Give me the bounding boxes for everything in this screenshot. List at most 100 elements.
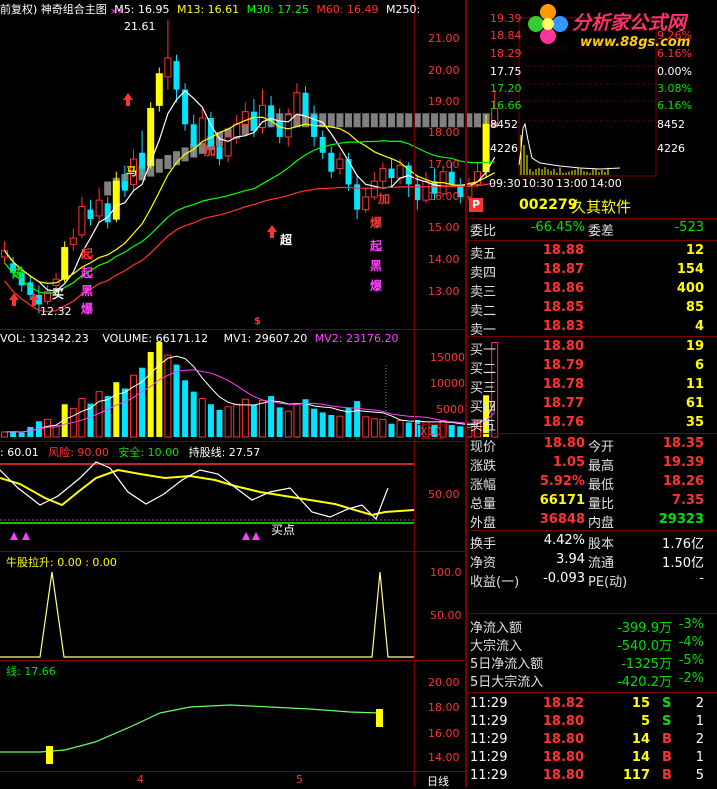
green-trend-line: [0, 705, 380, 752]
share-row: 换手 4.42% 股本 1.76亿: [468, 533, 708, 551]
mini-axis-l7: 8452: [490, 118, 518, 131]
mini-axis-l6: 16.66: [490, 99, 522, 112]
diff-label: 委差: [588, 220, 614, 239]
volume-bar: [19, 433, 25, 437]
flow-percent: -2%: [674, 671, 704, 686]
stat-value: 18.80: [530, 436, 585, 451]
indicator-name[interactable]: 前复权) 神奇组合主图: [0, 3, 107, 16]
vol-axis-15000: 15000: [430, 351, 465, 364]
tick-volume: 15: [608, 696, 650, 711]
up-arrow-icon: [123, 93, 133, 100]
ask-label: 卖三: [470, 281, 496, 300]
mini-axis-l5: 17.20: [490, 82, 522, 95]
candle-body: [182, 90, 188, 125]
volume-bar: [122, 388, 128, 437]
sep-r-7: [467, 692, 717, 693]
separator-h-risk: [0, 441, 465, 442]
mini-axis-l1: 19.39: [490, 12, 522, 25]
signal-col-left-1: 起: [81, 245, 93, 262]
buy-point-label: 买点: [271, 521, 295, 538]
volume-bar: [2, 432, 8, 437]
volume-bar: [234, 404, 240, 437]
ratio-row: 委比 -66.45% 委差 -523: [468, 220, 708, 238]
diff-value: -523: [648, 220, 704, 235]
mv2-line: [5, 370, 495, 432]
marker-block: [46, 746, 53, 764]
volume-bar: [251, 405, 257, 437]
volume-bar: [457, 426, 463, 437]
ma250-block: [345, 113, 352, 127]
ask-volume: 400: [648, 281, 704, 296]
logo-title: 分析家公式网: [572, 8, 686, 35]
bid-volume: 35: [648, 415, 704, 430]
share-label: 流通: [588, 552, 614, 571]
flow-row: 大宗流入 -540.0万 -4%: [468, 635, 708, 653]
ma250-block: [397, 113, 404, 127]
signal-col-right-4: 爆: [370, 277, 382, 294]
volume-label: VOLUME: 66171.12: [102, 332, 208, 345]
separator-h-line: [0, 660, 465, 661]
flow-label: 5日净流入额: [470, 653, 543, 672]
ask-volume: 4: [648, 319, 704, 334]
candle-body: [234, 124, 240, 137]
ask-price: 18.86: [538, 281, 584, 296]
ma13-label: M13: 16.61: [177, 3, 239, 16]
line-axis-18: 18.00: [428, 701, 460, 714]
share-value: 1.50亿: [648, 552, 704, 571]
up-arrow-icon: [267, 225, 277, 232]
candle-body: [483, 124, 489, 171]
ask-volume: 12: [648, 243, 704, 258]
candle-body: [277, 121, 283, 137]
low-price-marker: 12.32: [40, 305, 72, 318]
ma60-label: M60: 16.49: [316, 3, 378, 16]
stat-label: 现价: [470, 436, 496, 455]
tick-price: 18.82: [538, 696, 584, 711]
bid-volume: 11: [648, 377, 704, 392]
tick-side: B: [662, 750, 672, 765]
tick-time: 11:29: [470, 732, 507, 747]
bid-label: 买四: [470, 396, 496, 415]
sep-r-5: [467, 530, 717, 531]
ma250-block: [336, 113, 343, 127]
stock-title-bar[interactable]: P 002279 久其软件: [467, 195, 717, 217]
volume-bar: [139, 368, 145, 437]
mini-axis-r7: 8452: [657, 118, 685, 131]
stat-label: 今开: [588, 436, 614, 455]
flow-row: 5日大宗流入 -420.2万 -2%: [468, 671, 708, 689]
bid-row: 买四 18.77 61: [468, 396, 708, 414]
stat-label: 最低: [588, 474, 614, 493]
flow-row: 净流入额 -399.9万 -3%: [468, 617, 708, 635]
share-label: 收益(一): [470, 571, 519, 590]
bid-volume: 19: [648, 339, 704, 354]
volume-bar: [174, 365, 180, 437]
up-arrow-icon: [9, 293, 19, 300]
buy-triangle-icon: [252, 532, 260, 540]
bid-row: 买一 18.80 19: [468, 339, 708, 357]
candle-body: [88, 210, 94, 219]
buy-triangle-icon: [10, 532, 18, 540]
candle-body: [389, 169, 395, 178]
candle-body: [380, 169, 386, 182]
volume-bar: [199, 399, 205, 437]
candle-body: [199, 118, 205, 143]
white-risk-line: [0, 462, 388, 519]
candle-body: [156, 74, 162, 106]
ma250-block: [328, 113, 335, 127]
bid-volume: 6: [648, 358, 704, 373]
flow-percent: -3%: [674, 617, 704, 632]
stat-row: 总量 66171 量比 7.35: [468, 493, 708, 511]
ask-row: 卖二 18.85 85: [468, 300, 708, 318]
ask-price: 18.83: [538, 319, 584, 334]
bid-row: 买三 18.78 11: [468, 377, 708, 395]
stat-row: 涨幅 5.92% 最低 18.26: [468, 474, 708, 492]
candle-body: [96, 200, 102, 216]
super-signal: 超: [280, 231, 292, 248]
tick-row: 11:29 18.82 15 S 2: [468, 696, 708, 714]
buy-signal: 买: [52, 285, 64, 302]
share-value: 3.94: [530, 552, 585, 567]
ma5-label: M5: 16.95: [114, 3, 169, 16]
bid-volume: 61: [648, 396, 704, 411]
price-axis-21: 21.00: [428, 32, 460, 45]
ask-price: 18.87: [538, 262, 584, 277]
share-row: 净资 3.94 流通 1.50亿: [468, 552, 708, 570]
